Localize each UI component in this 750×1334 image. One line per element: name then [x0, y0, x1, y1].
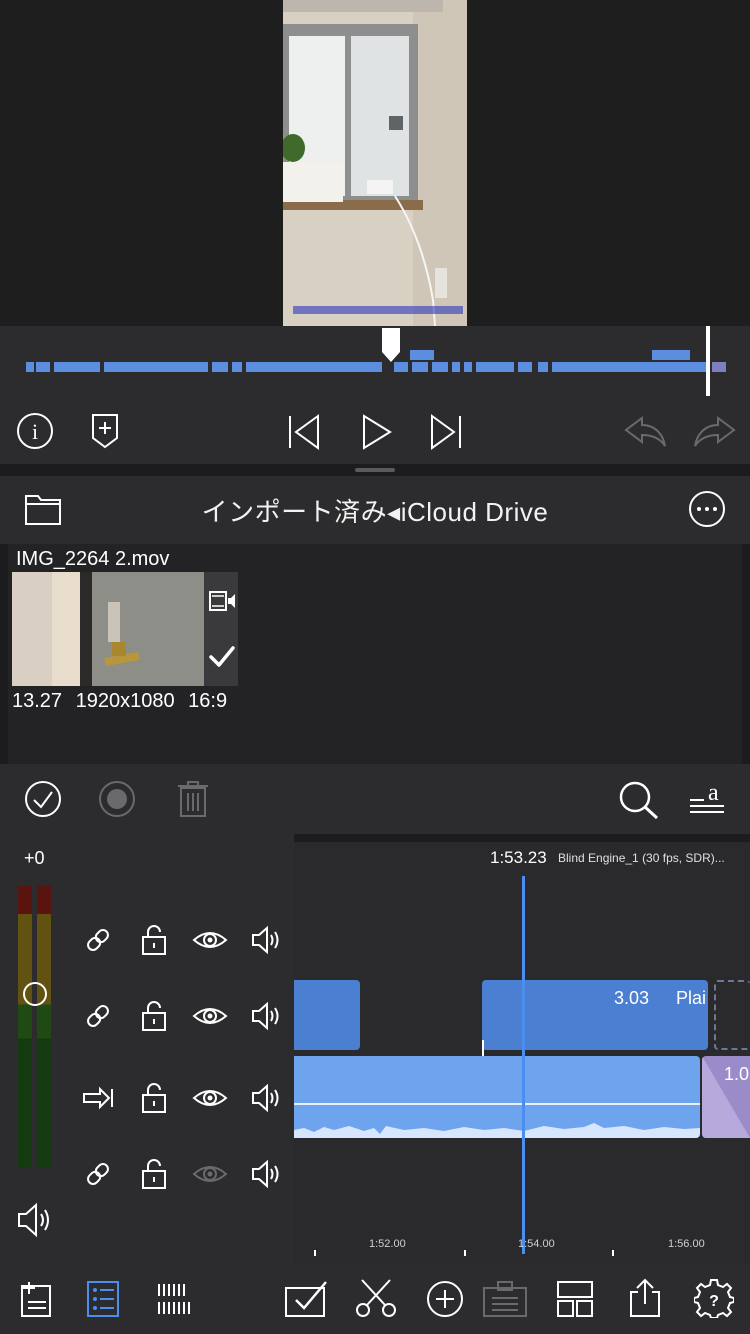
skip-forward-icon[interactable] [428, 414, 464, 450]
audio-meter-left [18, 886, 32, 1168]
clip-aspect: 16:9 [188, 690, 228, 712]
share-icon[interactable] [628, 1278, 662, 1318]
track-list-icon[interactable] [86, 1280, 120, 1318]
clip-resolution: 1920x1080 [75, 690, 175, 712]
clip-thumbnail[interactable] [12, 572, 204, 686]
preview-frame-image [283, 0, 467, 326]
timeline-current-time: 1:53.23 [490, 848, 547, 867]
eye-icon[interactable] [192, 928, 228, 952]
scissors-icon[interactable] [354, 1278, 398, 1320]
scrub-segment [538, 362, 548, 372]
scrub-segment [54, 362, 100, 372]
browser-title[interactable]: インポート済み◂iCloud Drive [120, 476, 630, 544]
ruler-label: 1:54.00 [518, 1238, 555, 1250]
speaker-icon[interactable] [16, 1200, 54, 1240]
skip-back-icon[interactable] [286, 414, 322, 450]
clip-name: IMG_2264 2.mov [16, 548, 170, 570]
audio-clip[interactable] [294, 1056, 700, 1138]
trash-icon[interactable] [176, 780, 210, 818]
scrub-playhead-handle[interactable] [380, 328, 402, 364]
record-icon[interactable] [98, 780, 136, 818]
link-icon[interactable] [82, 924, 114, 956]
add-clip-icon[interactable] [426, 1280, 464, 1318]
play-icon[interactable] [360, 414, 394, 450]
scrub-segment [26, 362, 34, 372]
clipboard-icon[interactable] [482, 1280, 528, 1318]
video-audio-icon [208, 588, 236, 614]
select-clip-icon[interactable] [284, 1280, 328, 1318]
undo-icon[interactable] [622, 414, 668, 450]
volume-level-label: +0 [24, 848, 45, 868]
scrub-segment [552, 362, 706, 372]
scrub-segment [232, 362, 242, 372]
redo-icon[interactable] [692, 414, 738, 450]
scrub-segment [652, 350, 690, 360]
unlock-icon[interactable] [140, 1082, 168, 1114]
settings-help-icon[interactable]: ? [694, 1278, 734, 1318]
scrub-segment [712, 362, 726, 372]
audio-icon[interactable] [250, 1082, 282, 1114]
volume-knob[interactable] [23, 982, 47, 1006]
panel-resize-grip[interactable] [355, 468, 395, 472]
playhead[interactable] [522, 876, 525, 1254]
scrub-segment [104, 362, 208, 372]
scrub-segment [432, 362, 448, 372]
ruler-tick [464, 1250, 466, 1256]
transition-label: 1.0 [724, 1064, 750, 1084]
svg-text:i: i [32, 419, 38, 444]
scrub-end-marker [706, 326, 710, 396]
checkmark-icon[interactable] [208, 644, 236, 670]
link-icon[interactable] [82, 1158, 114, 1190]
audio-icon[interactable] [250, 1000, 282, 1032]
clip-duration-label: 3.03 [614, 988, 650, 1008]
timeline-clip-info: Blind Engine_1 (30 fps, SDR)... [558, 851, 725, 865]
audio-icon[interactable] [250, 1158, 282, 1190]
scrub-segment [212, 362, 228, 372]
scrub-segment [246, 362, 382, 372]
audio-icon[interactable] [250, 924, 282, 956]
video-clip[interactable] [294, 980, 360, 1050]
ruler-tick [612, 1250, 614, 1256]
timecode-ruler-icon[interactable] [156, 1280, 194, 1318]
scrub-segment [452, 362, 460, 372]
scrub-segment [412, 362, 428, 372]
link-icon[interactable] [82, 1000, 114, 1032]
info-icon[interactable]: i [16, 412, 54, 450]
clip-duration: 13.27 [12, 690, 63, 712]
more-options-icon[interactable] [688, 490, 726, 528]
ruler-label: 1:56.00 [668, 1238, 705, 1250]
audio-meter-right [37, 886, 51, 1168]
empty-clip-slot[interactable] [714, 980, 750, 1050]
eye-icon[interactable] [192, 1004, 228, 1028]
eye-hidden-icon[interactable] [192, 1162, 228, 1186]
select-check-icon[interactable] [24, 780, 62, 818]
scrub-segment [36, 362, 50, 372]
ruler-label: 1:52.00 [369, 1238, 406, 1250]
layout-icon[interactable] [556, 1280, 594, 1318]
clip-metadata: 13.27 1920x1080 16:9 [12, 690, 227, 713]
add-track-icon[interactable] [18, 1280, 54, 1318]
eye-icon[interactable] [192, 1086, 228, 1110]
clip-title-label: Plai [676, 988, 707, 1008]
svg-text:?: ? [709, 1293, 719, 1310]
transition-clip[interactable]: 1.0 [702, 1056, 750, 1138]
unlock-icon[interactable] [140, 924, 168, 956]
search-icon[interactable] [618, 780, 660, 820]
ruler-tick [314, 1250, 316, 1256]
unlock-icon[interactable] [140, 1000, 168, 1032]
scrub-segment [410, 350, 434, 360]
svg-text:a: a [708, 780, 719, 806]
clip-edge-marker [482, 1040, 484, 1056]
folder-icon[interactable] [24, 490, 62, 526]
scrub-segment [476, 362, 514, 372]
text-sort-icon[interactable]: a [688, 778, 726, 818]
video-clip[interactable]: 3.03 Plai [482, 980, 708, 1050]
marker-add-icon[interactable] [90, 412, 120, 450]
scrub-segment [518, 362, 532, 372]
unlock-icon[interactable] [140, 1158, 168, 1190]
scrub-segment [464, 362, 472, 372]
arrow-to-end-icon[interactable] [82, 1082, 114, 1114]
